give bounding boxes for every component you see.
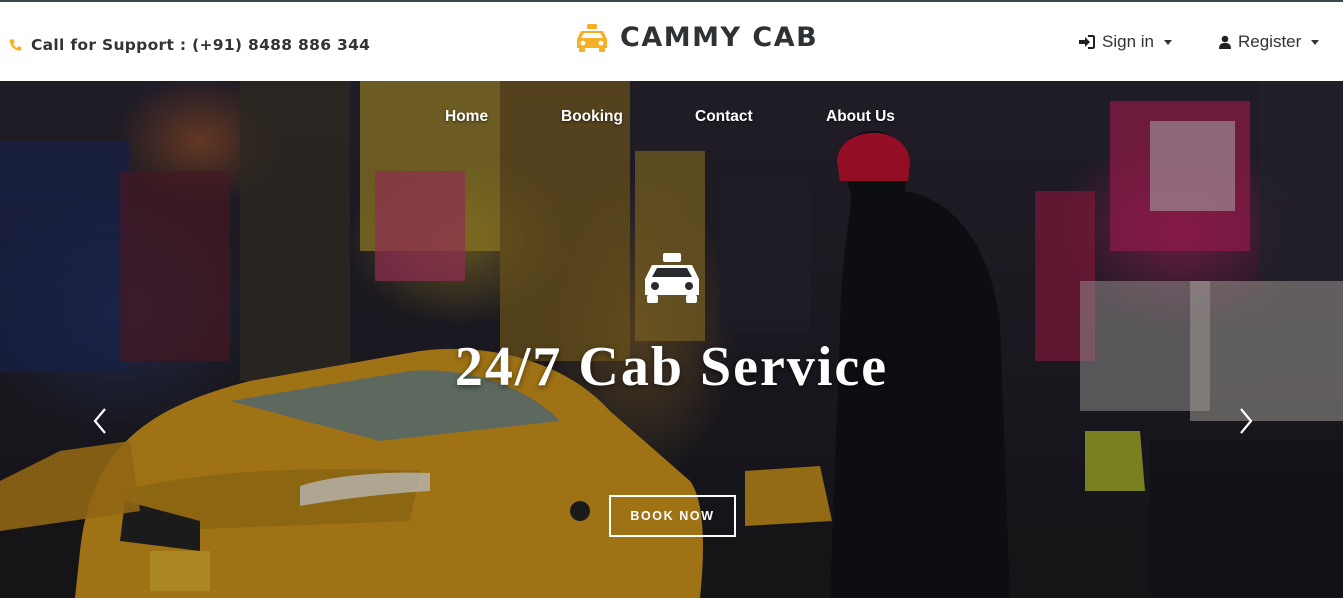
book-now-button[interactable]: BOOK NOW (609, 495, 736, 537)
nav-booking[interactable]: Booking (561, 108, 623, 126)
brand-logo[interactable]: CAMMY CAB (574, 22, 818, 53)
brand-name: CAMMY CAB (620, 22, 819, 53)
hero-headline: 24/7 Cab Service (454, 336, 889, 398)
hero-carousel: Home Booking Contact About Us 24/7 Cab S… (0, 81, 1343, 598)
taxi-icon (645, 253, 699, 303)
nav-contact[interactable]: Contact (695, 108, 753, 126)
taxi-icon (577, 23, 607, 52)
nav-about-us[interactable]: About Us (826, 108, 895, 126)
chevron-right-icon[interactable] (1236, 406, 1256, 436)
sign-in-icon (1079, 35, 1095, 49)
support-contact: Call for Support : (+91) 8488 886 344 (9, 36, 370, 54)
user-icon (1219, 35, 1231, 49)
signin-label: Sign in (1102, 32, 1154, 51)
phone-icon (9, 39, 22, 51)
chevron-down-icon (1311, 39, 1320, 45)
register-dropdown[interactable]: Register (1219, 32, 1320, 52)
signin-dropdown[interactable]: Sign in (1078, 32, 1172, 52)
support-text: Call for Support : (+91) 8488 886 344 (31, 36, 371, 54)
nav-home[interactable]: Home (445, 108, 488, 126)
register-label: Register (1238, 32, 1302, 51)
main-nav: Home Booking Contact About Us (0, 108, 1343, 132)
site-header: Call for Support : (+91) 8488 886 344 CA… (0, 2, 1343, 81)
chevron-down-icon (1163, 39, 1172, 45)
chevron-left-icon[interactable] (90, 406, 110, 436)
